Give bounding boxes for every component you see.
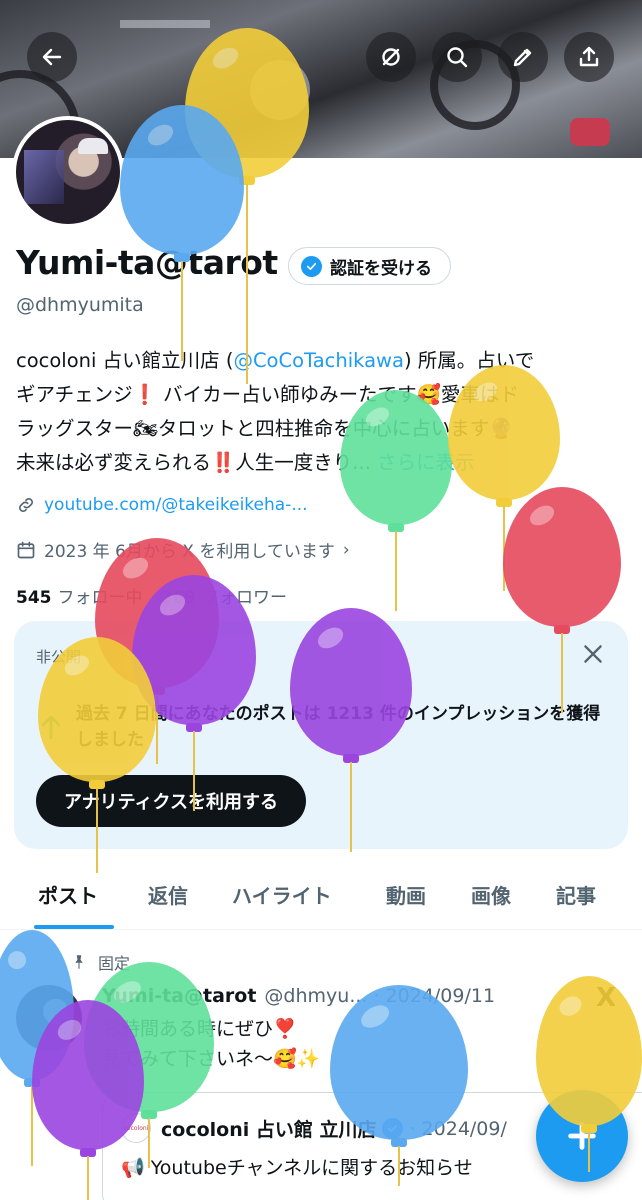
search-icon xyxy=(447,47,468,68)
bio-text: 未来は必ず変えられる‼️人生一度きり... xyxy=(16,451,371,474)
profile-url-row[interactable]: youtube.com/@takeikeikeha-... xyxy=(16,495,308,515)
verified-badge-icon xyxy=(301,255,322,277)
get-verified-label: 認証を受ける xyxy=(330,258,432,279)
active-tab-indicator xyxy=(34,925,114,929)
hide-button[interactable] xyxy=(366,32,416,82)
post-text-line: お時間ある時にぜひ❣️ xyxy=(102,1018,297,1040)
followers-label: フォロワー xyxy=(202,588,287,608)
impressions-text: 過去 7 日間にあなたのポストは 1213 件のインプレッションを獲得しました xyxy=(76,704,601,750)
link-icon xyxy=(19,498,33,512)
get-verified-button[interactable]: 認証を受ける xyxy=(288,247,451,285)
verified-badge-icon xyxy=(382,1118,404,1139)
profile-bio: cocoloni 占い館立川店 (@CoCoTachikawa) 所属。占いで … xyxy=(16,344,628,480)
search-button[interactable] xyxy=(432,32,482,82)
private-label: 非公開 xyxy=(36,648,82,666)
following-link[interactable]: 545 フォロー中 xyxy=(16,583,143,608)
joined-date: 2023 年 6月から X を利用しています xyxy=(44,542,335,562)
x-logo-icon: X xyxy=(596,983,617,1013)
followers-link[interactable]: 269 フォロワー xyxy=(161,583,288,608)
tab-articles[interactable]: 記事 xyxy=(556,880,596,909)
bio-line: 未来は必ず変えられる‼️人生一度きり... さらに表示 xyxy=(16,446,628,480)
compose-post-button[interactable] xyxy=(536,1090,628,1182)
bio-text: cocoloni 占い館立川店 ( xyxy=(16,349,234,372)
profile-avatar[interactable] xyxy=(12,116,124,228)
plus-icon xyxy=(568,1122,596,1150)
banner-chrome xyxy=(250,60,310,120)
pin-icon xyxy=(75,955,83,969)
pinned-indicator: 固定 xyxy=(70,950,130,974)
joined-date-row[interactable]: 2023 年 6月から X を利用しています › xyxy=(16,537,350,562)
chevron-right-icon: › xyxy=(342,539,350,560)
close-card-button[interactable] xyxy=(580,641,606,667)
tab-highlights[interactable]: ハイライト xyxy=(232,880,332,909)
back-button[interactable] xyxy=(27,32,77,82)
quote-avatar: cocoloni xyxy=(121,1113,151,1143)
followers-count: 269 xyxy=(160,588,197,608)
arrow-up-icon xyxy=(40,714,62,740)
share-icon xyxy=(579,46,599,67)
quote-text: 📢 Youtubeチャンネルに関するお知らせ xyxy=(121,1157,473,1179)
tab-images[interactable]: 画像 xyxy=(471,880,511,909)
edit-button[interactable] xyxy=(498,32,548,82)
following-count: 545 xyxy=(16,588,52,608)
post-header[interactable]: Yumi-ta@tarot @dhmyu... · 2024/09/11 xyxy=(102,985,495,1007)
tab-videos[interactable]: 動画 xyxy=(386,880,426,909)
bio-mention-link[interactable]: @CoCoTachikawa xyxy=(233,349,404,372)
post-author-name: Yumi-ta@tarot xyxy=(102,985,257,1007)
avatar-art xyxy=(24,150,64,204)
quote-date: · 2024/09/ xyxy=(409,1117,507,1140)
bio-line: cocoloni 占い館立川店 (@CoCoTachikawa) 所属。占いで xyxy=(16,344,628,378)
pinned-label: 固定 xyxy=(98,954,131,973)
eye-slash-icon xyxy=(382,48,400,66)
following-label: フォロー中 xyxy=(57,588,143,608)
calendar-icon xyxy=(17,541,35,558)
analytics-card: 非公開 過去 7 日間にあなたのポストは 1213 件のインプレッションを獲得し… xyxy=(14,621,628,849)
follow-stats: 545 フォロー中 269 フォロワー xyxy=(16,583,287,608)
post-handle-date: @dhmyu... · 2024/09/11 xyxy=(264,985,496,1007)
show-more-link[interactable]: さらに表示 xyxy=(377,451,475,474)
profile-tabs: ポスト 返信 ハイライト 動画 画像 記事 xyxy=(0,860,642,930)
post-text-line: 見てみて下さいネ〜🥰✨ xyxy=(102,1048,321,1070)
post-avatar[interactable] xyxy=(16,985,82,1051)
quote-header: cocoloni 占い館 立川店 · 2024/09/ xyxy=(161,1115,507,1142)
back-arrow-icon xyxy=(42,48,62,66)
share-button[interactable] xyxy=(564,32,614,82)
post-text: お時間ある時にぜひ❣️ 見てみて下さいネ〜🥰✨ xyxy=(102,1014,602,1074)
bio-line: ギアチェンジ❗ バイカー占い師ゆみーたです🥰愛車はド xyxy=(16,383,519,406)
tab-posts[interactable]: ポスト xyxy=(38,880,98,909)
profile-url[interactable]: youtube.com/@takeikeikeha-... xyxy=(44,495,308,515)
use-analytics-button[interactable]: アナリティクスを利用する xyxy=(36,775,307,827)
pencil-icon xyxy=(513,48,532,67)
avatar-hat xyxy=(78,138,108,154)
balloon xyxy=(0,930,74,1170)
quote-author-name: cocoloni 占い館 立川店 xyxy=(161,1119,377,1141)
tab-replies[interactable]: 返信 xyxy=(148,880,188,909)
close-icon xyxy=(584,645,602,663)
bio-text: ) 所属。占いで xyxy=(403,349,535,372)
profile-handle: @dhmyumita xyxy=(16,294,144,316)
banner-taillight xyxy=(570,118,610,146)
display-name: Yumi-ta@tarot xyxy=(16,243,278,282)
banner-handlebar xyxy=(120,20,210,28)
bio-line: ラッグスター🏍タロットと四柱推命を中心に占います🔮 xyxy=(16,417,514,440)
